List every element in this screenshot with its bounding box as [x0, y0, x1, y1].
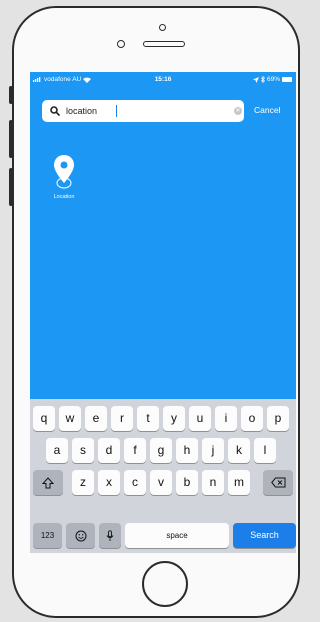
battery-icon: [282, 77, 292, 82]
shift-key[interactable]: [33, 470, 63, 495]
key-t[interactable]: t: [137, 406, 159, 431]
status-bar: vodafone AU 15:16 69%: [30, 72, 296, 88]
key-y[interactable]: y: [163, 406, 185, 431]
key-p[interactable]: p: [267, 406, 289, 431]
key-r[interactable]: r: [111, 406, 133, 431]
map-pin-icon: [54, 155, 74, 189]
key-b[interactable]: b: [176, 470, 198, 495]
search-input[interactable]: [66, 103, 216, 119]
key-i[interactable]: i: [215, 406, 237, 431]
location-arrow-icon: [252, 76, 259, 83]
microphone-icon: [106, 530, 114, 541]
dictation-key[interactable]: [99, 523, 121, 548]
key-q[interactable]: q: [33, 406, 55, 431]
search-bar[interactable]: ✕: [42, 100, 244, 122]
shift-icon: [41, 477, 55, 489]
key-v[interactable]: v: [150, 470, 172, 495]
emoji-icon: [75, 530, 86, 542]
volume-up-button: [9, 120, 13, 158]
key-u[interactable]: u: [189, 406, 211, 431]
numbers-key[interactable]: 123: [33, 523, 62, 548]
front-camera: [159, 24, 166, 31]
proximity-sensor: [117, 40, 125, 48]
key-c[interactable]: c: [124, 470, 146, 495]
key-s[interactable]: s: [72, 438, 94, 463]
key-z[interactable]: z: [72, 470, 94, 495]
space-key[interactable]: space: [125, 523, 229, 548]
key-e[interactable]: e: [85, 406, 107, 431]
key-h[interactable]: h: [176, 438, 198, 463]
location-app-result[interactable]: Location: [44, 152, 84, 200]
key-x[interactable]: x: [98, 470, 120, 495]
backspace-key[interactable]: [263, 470, 293, 495]
backspace-icon: [270, 477, 285, 488]
key-a[interactable]: a: [46, 438, 68, 463]
key-d[interactable]: d: [98, 438, 120, 463]
search-icon: [50, 106, 60, 116]
emoji-key[interactable]: [66, 523, 95, 548]
volume-down-button: [9, 168, 13, 206]
keyboard: q w e r t y u i o p a s d f g h j k l z …: [30, 399, 296, 553]
result-label: Location: [53, 194, 75, 200]
key-j[interactable]: j: [202, 438, 224, 463]
key-f[interactable]: f: [124, 438, 146, 463]
search-key[interactable]: Search: [233, 523, 296, 548]
key-n[interactable]: n: [202, 470, 224, 495]
key-m[interactable]: m: [228, 470, 250, 495]
earpiece-speaker: [143, 41, 185, 47]
key-o[interactable]: o: [241, 406, 263, 431]
key-k[interactable]: k: [228, 438, 250, 463]
key-g[interactable]: g: [150, 438, 172, 463]
key-l[interactable]: l: [254, 438, 276, 463]
key-w[interactable]: w: [59, 406, 81, 431]
screen: vodafone AU 15:16 69% ✕ Cancel: [30, 72, 296, 553]
home-button[interactable]: [142, 561, 188, 607]
bluetooth-icon: [261, 76, 265, 83]
battery-percent: 69%: [266, 76, 280, 83]
clear-icon[interactable]: ✕: [234, 107, 242, 115]
mute-switch: [9, 86, 13, 104]
text-cursor: [116, 105, 117, 117]
cancel-button[interactable]: Cancel: [254, 105, 280, 115]
